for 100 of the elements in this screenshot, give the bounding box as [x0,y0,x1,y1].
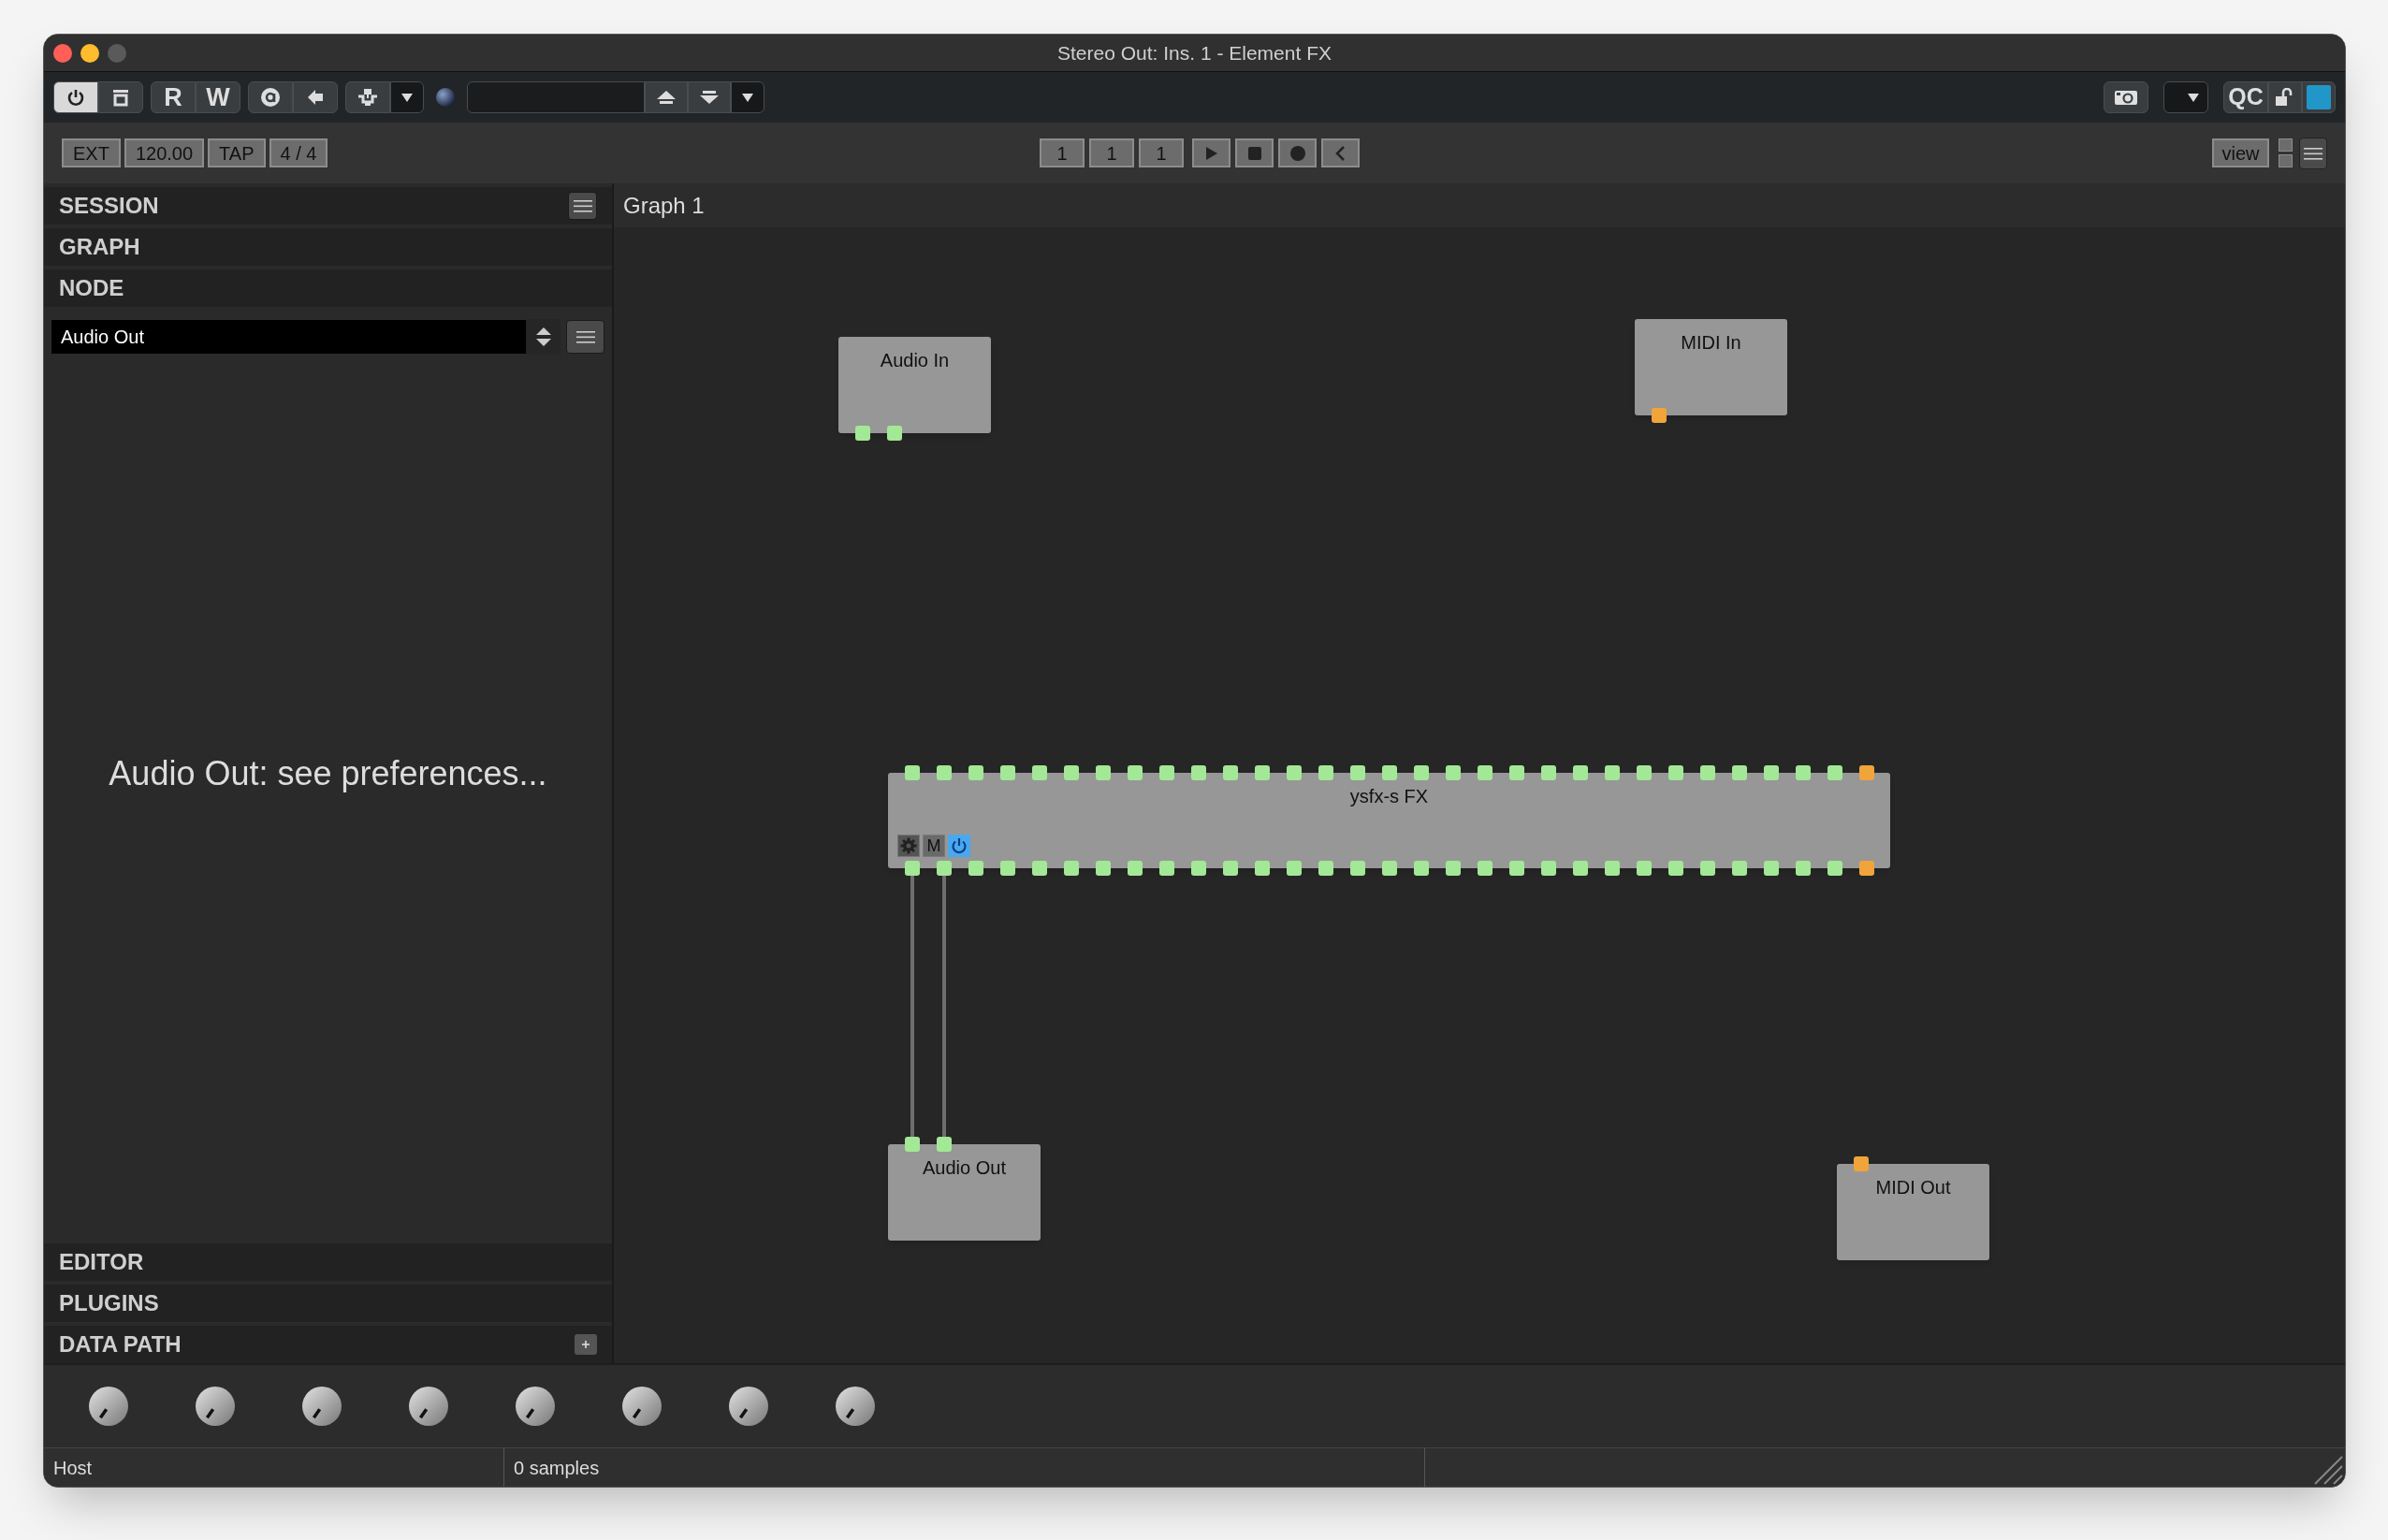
position-field[interactable]: 1 [1040,138,1085,167]
port[interactable] [1032,861,1047,876]
port[interactable] [887,426,902,441]
port[interactable] [1796,765,1811,780]
port[interactable] [1859,861,1874,876]
grid-toggle-icon[interactable] [2279,138,2293,167]
port[interactable] [1318,765,1333,780]
port[interactable] [1382,861,1397,876]
port[interactable] [1668,861,1683,876]
port[interactable] [1652,408,1667,423]
knob[interactable] [621,1386,663,1427]
port[interactable] [1859,765,1874,780]
port[interactable] [968,861,983,876]
up-button[interactable] [645,81,688,113]
port[interactable] [1573,765,1588,780]
port[interactable] [937,1137,952,1152]
port[interactable] [905,861,920,876]
node-select[interactable]: Audio Out [51,320,561,354]
menu-button[interactable] [566,320,604,354]
graph-node[interactable]: ysfx-s FX M [888,773,1890,868]
port[interactable] [1827,765,1842,780]
port[interactable] [1128,861,1143,876]
port[interactable] [1509,765,1524,780]
port[interactable] [1700,861,1715,876]
port[interactable] [1191,861,1206,876]
graph-node[interactable]: MIDI In [1635,319,1787,415]
port[interactable] [1796,861,1811,876]
menu-button[interactable] [568,192,597,220]
port[interactable] [1732,765,1747,780]
down-button[interactable] [688,81,731,113]
section-header[interactable]: SESSION [44,187,612,225]
port[interactable] [1541,765,1556,780]
input-field[interactable] [467,81,645,113]
lock-button[interactable] [2268,81,2302,113]
knob[interactable] [88,1386,129,1427]
port[interactable] [905,765,920,780]
transport-button[interactable]: TAP [208,138,266,167]
mute-button[interactable]: M [923,835,945,857]
port[interactable] [1096,861,1111,876]
knob[interactable] [835,1386,876,1427]
zoom-button[interactable] [108,44,126,63]
port[interactable] [1478,765,1492,780]
port[interactable] [1350,861,1365,876]
port[interactable] [1478,861,1492,876]
link-button[interactable] [345,81,390,113]
port[interactable] [1605,861,1620,876]
port[interactable] [1255,861,1270,876]
graph-tab[interactable]: Graph 1 [623,188,705,223]
section-header[interactable]: DATA PATH [44,1326,612,1363]
port[interactable] [1318,861,1333,876]
section-header[interactable]: NODE [44,269,612,307]
port[interactable] [1414,861,1429,876]
port[interactable] [1128,765,1143,780]
port[interactable] [1064,765,1079,780]
port[interactable] [1000,765,1015,780]
port[interactable] [1287,765,1302,780]
port[interactable] [1159,861,1174,876]
section-header[interactable]: GRAPH [44,228,612,266]
port[interactable] [1064,861,1079,876]
knob[interactable] [301,1386,342,1427]
toggle-button[interactable]: QC [2223,81,2268,113]
transport-button[interactable]: 4 / 4 [269,138,328,167]
transport-button[interactable]: 120.00 [124,138,205,167]
port[interactable] [937,765,952,780]
port[interactable] [1827,861,1842,876]
port[interactable] [1541,861,1556,876]
back-button[interactable] [293,81,338,113]
port[interactable] [1382,765,1397,780]
port[interactable] [1287,861,1302,876]
port[interactable] [1414,765,1429,780]
section-header[interactable]: EDITOR [44,1243,612,1281]
port[interactable] [905,1137,920,1152]
port[interactable] [1446,861,1461,876]
port[interactable] [1255,765,1270,780]
close-button[interactable] [53,44,72,63]
port[interactable] [1350,765,1365,780]
section-header[interactable]: PLUGINS [44,1285,612,1322]
port[interactable] [1668,765,1683,780]
panel-button[interactable] [98,81,143,113]
port[interactable] [1191,765,1206,780]
port[interactable] [1223,765,1238,780]
dropdown-button[interactable] [731,81,764,113]
port[interactable] [1637,765,1652,780]
camera-button[interactable] [2104,81,2148,113]
port[interactable] [1854,1156,1869,1171]
dropdown-button[interactable] [390,81,424,113]
layout-button[interactable] [2302,81,2336,113]
port[interactable] [1509,861,1524,876]
position-field[interactable]: 1 [1139,138,1184,167]
view-button[interactable]: view [2212,138,2269,167]
transport-button[interactable]: EXT [62,138,121,167]
play-button[interactable] [1192,138,1230,167]
graph-node[interactable]: Audio In [838,337,991,433]
graph-node[interactable]: MIDI Out [1837,1164,1989,1260]
rewind-button[interactable] [1321,138,1360,167]
port[interactable] [1764,765,1779,780]
port[interactable] [855,426,870,441]
toggle-button[interactable]: R [151,81,196,113]
minimize-button[interactable] [80,44,99,63]
toggle-button[interactable]: W [196,81,240,113]
